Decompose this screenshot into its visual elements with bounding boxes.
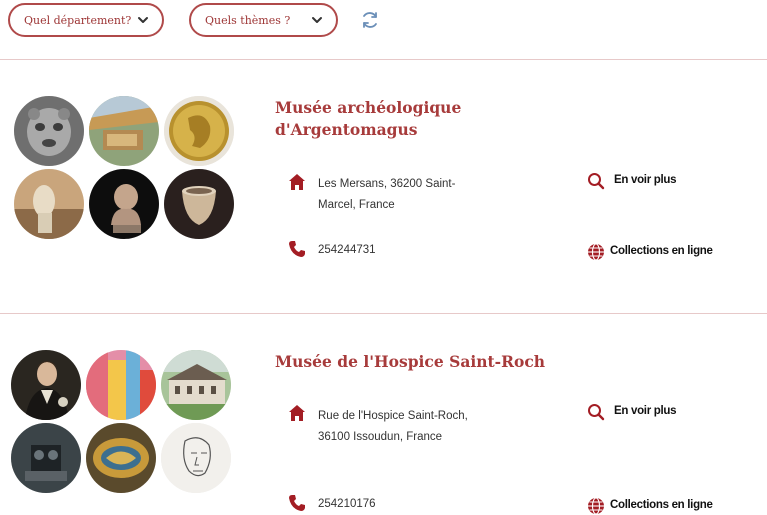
- search-icon: [588, 404, 605, 421]
- museum-title[interactable]: Musée de l'Hospice Saint-Roch: [275, 351, 545, 373]
- museum-phone[interactable]: 254210176: [318, 498, 376, 510]
- globe-icon: [588, 497, 604, 515]
- address-line: Les Mersans, 36200 Saint-: [318, 178, 456, 190]
- globe-icon: [588, 243, 604, 261]
- see-more-link[interactable]: En voir plus: [614, 174, 677, 186]
- museum-card: Musée de l'Hospice Saint-Roch Rue de l'H…: [0, 314, 767, 515]
- thumbnail-gold-coin[interactable]: [164, 96, 234, 166]
- thumbnail-portrait-painting[interactable]: [11, 350, 81, 420]
- thumbnail-sculpture[interactable]: [14, 169, 84, 239]
- home-icon: [289, 174, 305, 190]
- thumbnail-metal-sculpture[interactable]: [11, 423, 81, 493]
- thumbnail-bust[interactable]: [89, 169, 159, 239]
- address-line: Marcel, France: [318, 199, 395, 211]
- thumbnail-sketch-face[interactable]: [161, 423, 231, 493]
- thumbnail-stone-mask[interactable]: [14, 96, 84, 166]
- thumbnail-excavation-site[interactable]: [89, 96, 159, 166]
- thumbnail-vessel[interactable]: [164, 169, 234, 239]
- department-select-label: Quel département?: [24, 13, 132, 27]
- collections-link[interactable]: Collections en ligne: [610, 245, 713, 257]
- thumbnail-abstract-art[interactable]: [86, 350, 156, 420]
- department-select[interactable]: Quel département?: [8, 3, 164, 37]
- themes-select[interactable]: Quels thèmes ?: [189, 3, 338, 37]
- home-icon: [289, 405, 305, 421]
- museum-phone[interactable]: 254244731: [318, 244, 376, 256]
- thumbnail-gold-medallion[interactable]: [86, 423, 156, 493]
- museum-title-line: Musée archéologique: [275, 98, 462, 117]
- filter-bar: Quel département? Quels thèmes ?: [0, 0, 767, 60]
- museum-title-line: d'Argentomagus: [275, 120, 418, 139]
- thumbnail-building[interactable]: [161, 350, 231, 420]
- search-icon: [588, 173, 605, 190]
- see-more-link[interactable]: En voir plus: [614, 405, 677, 417]
- collections-link[interactable]: Collections en ligne: [610, 499, 713, 511]
- museum-title[interactable]: Musée archéologique d'Argentomagus: [275, 97, 461, 141]
- museum-card: Musée archéologique d'Argentomagus Les M…: [0, 60, 767, 313]
- chevron-down-icon: [312, 17, 322, 23]
- themes-select-label: Quels thèmes ?: [205, 13, 291, 27]
- chevron-down-icon: [138, 17, 148, 23]
- museum-address: Les Mersans, 36200 Saint- Marcel, France: [318, 174, 455, 216]
- phone-icon: [289, 495, 305, 511]
- museum-address: Rue de l'Hospice Saint-Roch, 36100 Issou…: [318, 406, 468, 448]
- phone-icon: [289, 241, 305, 257]
- address-line: Rue de l'Hospice Saint-Roch,: [318, 410, 468, 422]
- address-line: 36100 Issoudun, France: [318, 431, 443, 443]
- refresh-icon[interactable]: [359, 9, 381, 31]
